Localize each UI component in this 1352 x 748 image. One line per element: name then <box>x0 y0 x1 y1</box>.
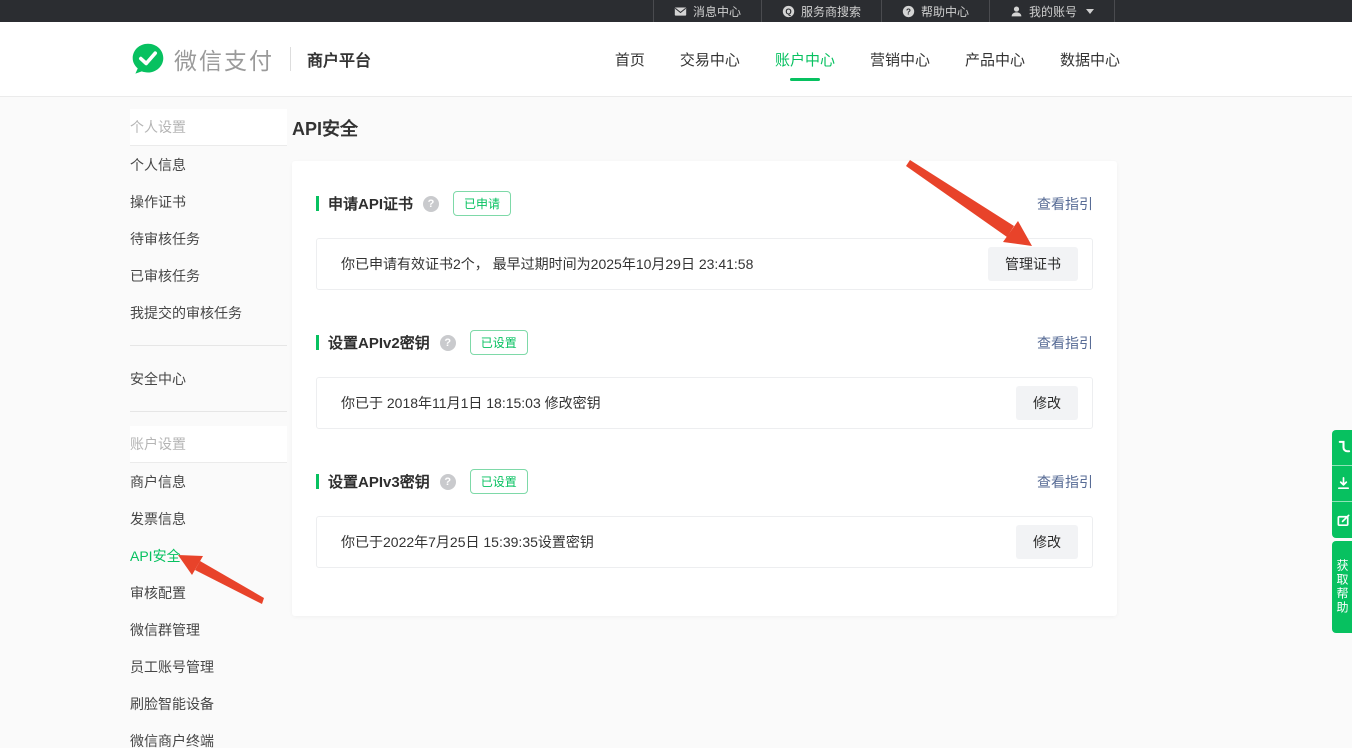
manage-certificate-button[interactable]: 管理证书 <box>988 247 1078 281</box>
topbar-item-help-center[interactable]: ? 帮助中心 <box>882 0 990 22</box>
sidebar-item-api-security[interactable]: API安全 <box>130 537 287 574</box>
status-badge: 已设置 <box>470 330 528 355</box>
apiv2-key-info-box: 你已于 2018年11月1日 18:15:03 修改密钥 修改 <box>316 377 1093 429</box>
sidebar-item-invoice-info[interactable]: 发票信息 <box>130 500 287 537</box>
section-apply-api-certificate: 申请API证书 ? 已申请 查看指引 你已申请有效证书2个， 最早过期时间为20… <box>316 191 1093 290</box>
page-title: API安全 <box>292 115 1117 141</box>
sidebar-divider <box>130 411 287 412</box>
nav-item-account-center[interactable]: 账户中心 <box>775 22 835 97</box>
sidebar-item-my-submitted-tasks[interactable]: 我提交的审核任务 <box>130 294 287 331</box>
topbar-item-label: 我的账号 <box>1029 3 1077 20</box>
view-guide-link[interactable]: 查看指引 <box>1037 472 1093 492</box>
main-nav: 首页 交易中心 账户中心 营销中心 产品中心 数据中心 <box>615 22 1120 97</box>
modify-apiv3-key-button[interactable]: 修改 <box>1016 525 1078 559</box>
apiv3-key-status-text: 你已于2022年7月25日 15:39:35设置密钥 <box>341 532 594 552</box>
apiv3-key-info-box: 你已于2022年7月25日 15:39:35设置密钥 修改 <box>316 516 1093 568</box>
mail-icon <box>674 5 687 18</box>
topbar-item-label: 消息中心 <box>693 3 741 20</box>
sidebar-item-pending-review-tasks[interactable]: 待审核任务 <box>130 220 287 257</box>
certificate-info-box: 你已申请有效证书2个， 最早过期时间为2025年10月29日 23:41:58 … <box>316 238 1093 290</box>
certificate-status-text: 你已申请有效证书2个， 最早过期时间为2025年10月29日 23:41:58 <box>341 254 753 274</box>
nav-item-transaction-center[interactable]: 交易中心 <box>680 22 740 97</box>
sidebar-item-personal-info[interactable]: 个人信息 <box>130 146 287 183</box>
section-accent-bar <box>316 474 319 489</box>
topbar-menu: 消息中心 Q 服务商搜索 ? 帮助中心 我的账号 <box>653 0 1115 22</box>
help-icon: ? <box>902 5 915 18</box>
topbar-item-provider-search[interactable]: Q 服务商搜索 <box>762 0 882 22</box>
section-apiv3-key: 设置APIv3密钥 ? 已设置 查看指引 你已于2022年7月25日 15:39… <box>316 469 1093 568</box>
sidebar-item-reviewed-tasks[interactable]: 已审核任务 <box>130 257 287 294</box>
sidebar-item-face-smart-device[interactable]: 刷脸智能设备 <box>130 685 287 722</box>
phone-icon <box>1336 440 1351 455</box>
question-icon[interactable]: ? <box>440 474 456 490</box>
floating-help-widget: 获取帮助 <box>1332 430 1352 633</box>
modify-apiv2-key-button[interactable]: 修改 <box>1016 386 1078 420</box>
section-title: 设置APIv3密钥 <box>328 471 430 492</box>
user-icon <box>1010 5 1023 18</box>
feedback-button[interactable] <box>1332 502 1352 538</box>
section-title: 设置APIv2密钥 <box>328 332 430 353</box>
download-button[interactable] <box>1332 466 1352 502</box>
section-accent-bar <box>316 196 319 211</box>
sidebar-group-personal-settings: 个人设置 <box>130 109 287 146</box>
sidebar-item-wechat-group-management[interactable]: 微信群管理 <box>130 611 287 648</box>
apiv2-key-status-text: 你已于 2018年11月1日 18:15:03 修改密钥 <box>341 393 601 413</box>
sidebar-item-merchant-info[interactable]: 商户信息 <box>130 463 287 500</box>
hotline-button[interactable] <box>1332 430 1352 466</box>
provider-search-icon: Q <box>782 5 795 18</box>
logo-wordmark: 微信支付 <box>174 42 274 76</box>
view-guide-link[interactable]: 查看指引 <box>1037 194 1093 214</box>
sidebar-divider <box>130 345 287 346</box>
nav-item-data-center[interactable]: 数据中心 <box>1060 22 1120 97</box>
nav-item-home[interactable]: 首页 <box>615 22 645 97</box>
sidebar-item-wechat-merchant-terminal[interactable]: 微信商户终端 <box>130 722 287 748</box>
svg-text:?: ? <box>906 7 911 16</box>
logo-divider <box>290 47 291 71</box>
topbar-item-messages[interactable]: 消息中心 <box>653 0 762 22</box>
header: 微信支付 商户平台 首页 交易中心 账户中心 营销中心 产品中心 数据中心 <box>0 22 1352 97</box>
chevron-down-icon <box>1086 9 1094 14</box>
topbar: 消息中心 Q 服务商搜索 ? 帮助中心 我的账号 <box>0 0 1352 22</box>
section-apiv2-key: 设置APIv2密钥 ? 已设置 查看指引 你已于 2018年11月1日 18:1… <box>316 330 1093 429</box>
portal-label: 商户平台 <box>307 47 371 71</box>
sidebar-item-review-config[interactable]: 审核配置 <box>130 574 287 611</box>
sidebar-group-account-settings: 账户设置 <box>130 426 287 463</box>
question-icon[interactable]: ? <box>440 335 456 351</box>
nav-item-product-center[interactable]: 产品中心 <box>965 22 1025 97</box>
api-security-card: 申请API证书 ? 已申请 查看指引 你已申请有效证书2个， 最早过期时间为20… <box>292 161 1117 616</box>
logo[interactable]: 微信支付 商户平台 <box>130 41 371 77</box>
view-guide-link[interactable]: 查看指引 <box>1037 333 1093 353</box>
main-content: API安全 申请API证书 ? 已申请 查看指引 你已申请有效证书2个， 最早过… <box>292 97 1117 616</box>
download-icon <box>1336 476 1351 491</box>
get-help-button[interactable]: 获取帮助 <box>1332 541 1352 633</box>
topbar-item-my-account[interactable]: 我的账号 <box>990 0 1115 22</box>
feedback-icon <box>1336 513 1351 528</box>
question-icon[interactable]: ? <box>423 196 439 212</box>
sidebar-item-staff-account-management[interactable]: 员工账号管理 <box>130 648 287 685</box>
nav-item-marketing-center[interactable]: 营销中心 <box>870 22 930 97</box>
status-badge: 已设置 <box>470 469 528 494</box>
section-accent-bar <box>316 335 319 350</box>
topbar-item-label: 服务商搜索 <box>801 3 861 20</box>
topbar-item-label: 帮助中心 <box>921 3 969 20</box>
sidebar-item-operation-certificate[interactable]: 操作证书 <box>130 183 287 220</box>
svg-text:Q: Q <box>785 7 791 16</box>
sidebar-item-security-center[interactable]: 安全中心 <box>130 360 287 397</box>
section-title: 申请API证书 <box>328 193 413 214</box>
status-badge: 已申请 <box>453 191 511 216</box>
sidebar: 个人设置 个人信息 操作证书 待审核任务 已审核任务 我提交的审核任务 安全中心… <box>130 109 287 748</box>
wechat-pay-logo-icon <box>130 41 166 77</box>
